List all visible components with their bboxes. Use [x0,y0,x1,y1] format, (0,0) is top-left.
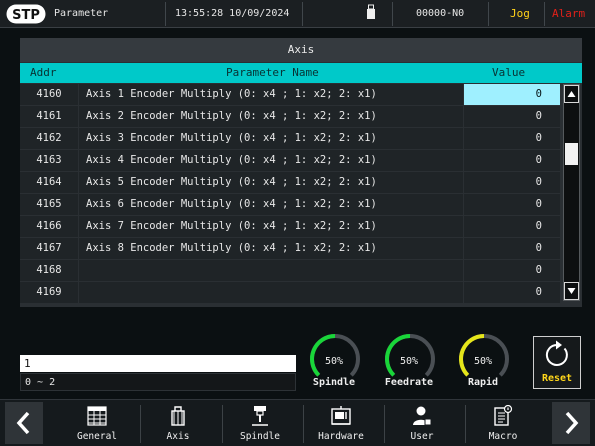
row-parameter-name: Axis 8 Encoder Multiply (0: x4 ; 1: x2; … [79,238,463,259]
tab-axis[interactable]: Axis [148,402,208,446]
grid-table-icon [87,406,107,426]
program-number: 00000-N0 [416,8,465,19]
row-value[interactable]: 0 [464,238,560,259]
chevron-left-icon [16,411,30,435]
user-icon [413,406,432,426]
nav-next-button[interactable] [552,402,590,444]
macro-doc-icon [494,405,513,426]
usb-drive-icon [367,4,375,19]
row-addr: 4168 [20,260,78,281]
row-parameter-name: Axis 4 Encoder Multiply (0: x4 ; 1: x2; … [79,150,463,171]
table-row[interactable]: 4161 Axis 2 Encoder Multiply (0: x4 ; 1: … [20,106,560,128]
row-parameter-name: Axis 7 Encoder Multiply (0: x4 ; 1: x2; … [79,216,463,237]
table-row[interactable]: 4163 Axis 4 Encoder Multiply (0: x4 ; 1: … [20,150,560,172]
datetime-readout: 13:55:28 10/09/2024 [175,8,290,19]
header-addr: Addr [30,66,57,79]
nav-prev-button[interactable] [5,402,43,444]
triangle-up-icon [567,91,576,97]
screen-title: Parameter [54,8,109,19]
triangle-down-icon [567,288,576,294]
header-parameter-name: Parameter Name [226,66,319,79]
row-addr: 4167 [20,238,78,259]
row-addr: 4161 [20,106,78,127]
table-row[interactable]: 4169 0 [20,282,560,304]
row-addr: 4165 [20,194,78,215]
machine-mode: Jog [510,7,530,20]
feedrate-override-gauge[interactable]: 50% Feedrate [384,333,444,393]
row-addr: 4160 [20,84,78,105]
tab-hardware[interactable]: Hardware [311,402,371,446]
row-parameter-name: Axis 3 Encoder Multiply (0: x4 ; 1: x2; … [79,128,463,149]
table-row[interactable]: 4167 Axis 8 Encoder Multiply (0: x4 ; 1: … [20,238,560,260]
table-row[interactable]: 4162 Axis 3 Encoder Multiply (0: x4 ; 1: … [20,128,560,150]
panel-title: Axis [20,38,582,62]
tab-macro[interactable]: Macro [473,402,533,446]
motor-icon [171,406,185,426]
row-addr: 4164 [20,172,78,193]
row-value[interactable]: 0 [464,84,560,105]
tab-user[interactable]: User [392,402,452,446]
header-value: Value [492,66,526,79]
tab-hardware-label: Hardware [318,431,364,442]
reset-button[interactable]: Reset [533,336,581,389]
scroll-up-button[interactable] [564,85,579,103]
machine-icon [331,406,351,425]
refresh-icon [545,340,568,366]
alarm-indicator[interactable]: Alarm [552,0,585,28]
parameter-panel: Axis Addr Parameter Name Value 4160 Axis … [20,38,582,307]
table-scrollbar[interactable] [563,84,580,301]
spindle-override-value: 50% [324,356,344,367]
table-header: Addr Parameter Name Value [20,63,582,83]
tab-axis-label: Axis [166,431,190,442]
row-parameter-name: Axis 2 Encoder Multiply (0: x4 ; 1: x2; … [79,106,463,127]
reset-label: Reset [541,373,573,384]
feedrate-override-value: 50% [399,356,419,367]
row-parameter-name: Axis 1 Encoder Multiply (0: x4 ; 1: x2; … [79,84,463,105]
row-addr: 4163 [20,150,78,171]
row-addr: 4169 [20,282,78,303]
tab-general-label: General [76,431,118,442]
row-parameter-name: Axis 5 Encoder Multiply (0: x4 ; 1: x2; … [79,172,463,193]
row-value[interactable]: 0 [464,106,560,127]
table-row[interactable]: 4165 Axis 6 Encoder Multiply (0: x4 ; 1: … [20,194,560,216]
row-value[interactable]: 0 [464,282,560,303]
tab-user-label: User [410,431,434,442]
row-addr: 4162 [20,128,78,149]
row-parameter-name: Axis 6 Encoder Multiply (0: x4 ; 1: x2; … [79,194,463,215]
tab-spindle[interactable]: Spindle [230,402,290,446]
rapid-override-gauge[interactable]: 50% Rapid [458,333,518,393]
spindle-override-label: Spindle [312,377,356,388]
chevron-right-icon [565,411,579,435]
row-value[interactable]: 0 [464,150,560,171]
status-bar: STP Parameter 13:55:28 10/09/2024 00000-… [0,0,595,28]
row-parameter-name [79,260,463,281]
tab-macro-label: Macro [488,431,518,442]
row-value[interactable]: 0 [464,260,560,281]
row-value[interactable]: 0 [464,172,560,193]
spindle-icon [252,406,268,426]
value-range-hint: 0 ~ 2 [20,373,296,391]
svg-text:STP: STP [12,8,40,23]
table-row[interactable]: 4168 0 [20,260,560,282]
table-row[interactable]: 4166 Axis 7 Encoder Multiply (0: x4 ; 1: … [20,216,560,238]
tab-spindle-label: Spindle [239,431,281,442]
feedrate-override-label: Feedrate [384,377,434,388]
scroll-thumb[interactable] [565,143,578,165]
logo-icon: STP [6,4,46,24]
row-value[interactable]: 0 [464,194,560,215]
row-parameter-name [79,282,463,303]
table-row[interactable]: 4160 Axis 1 Encoder Multiply (0: x4 ; 1: … [20,84,560,106]
row-addr: 4166 [20,216,78,237]
rapid-override-label: Rapid [467,377,499,388]
value-input[interactable]: 1 [20,355,296,372]
row-value[interactable]: 0 [464,216,560,237]
tab-general[interactable]: General [67,402,127,446]
spindle-override-gauge[interactable]: 50% Spindle [309,333,369,393]
scroll-down-button[interactable] [564,282,579,300]
row-value[interactable]: 0 [464,128,560,149]
rapid-override-value: 50% [473,356,493,367]
table-row[interactable]: 4164 Axis 5 Encoder Multiply (0: x4 ; 1: … [20,172,560,194]
